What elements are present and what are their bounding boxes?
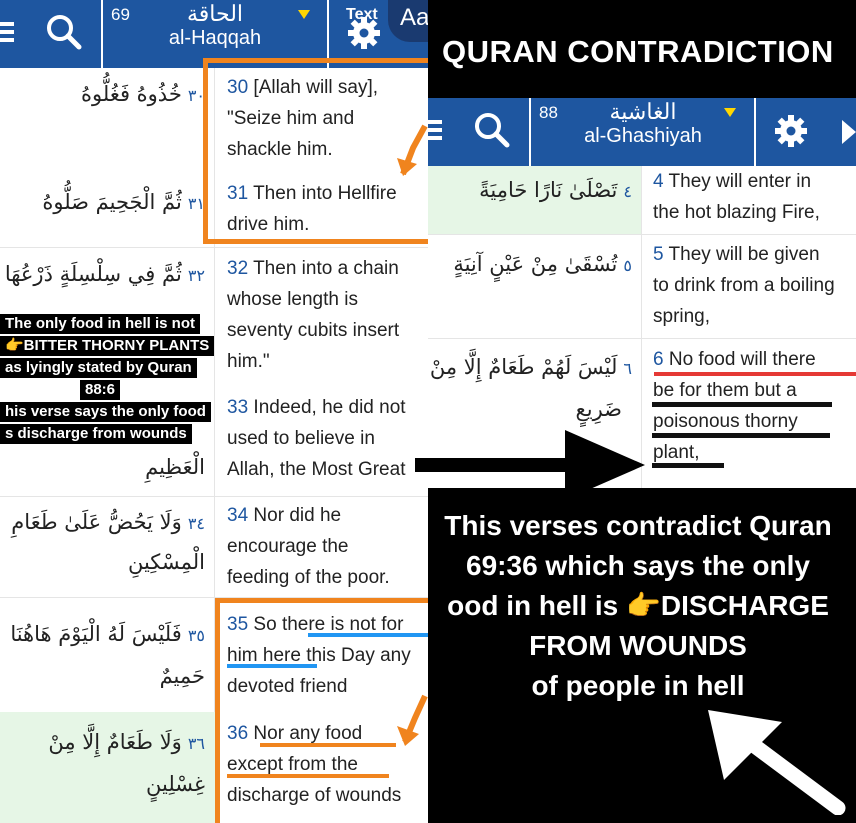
right-app-header: 88 الغاشية al-Ghashiyah: [428, 98, 856, 166]
arabic-verse-text-cont: الْمِسْكِينِ: [127, 550, 205, 574]
white-arrow-icon: [698, 700, 848, 815]
arabic-verse-num: ٣٤: [187, 514, 205, 533]
caption-line: ood in hell is 👉DISCHARGE: [447, 590, 829, 621]
verse-number: 33: [227, 397, 249, 418]
verse-number: 32: [227, 258, 249, 279]
black-pointer-arrow: [415, 430, 655, 500]
verse-number: 6: [653, 349, 664, 370]
chapter-title[interactable]: الحاقة al-Haqqah: [150, 2, 280, 50]
arabic-verse-36: ٣٦ وَلَا طَعَامٌ إِلَّا مِنْ غِسْلِينٍ: [0, 730, 205, 796]
row-divider: [428, 234, 856, 235]
black-underline: [652, 433, 830, 438]
chapter-latin-title: al-Haqqah: [168, 27, 262, 50]
header-divider: [754, 98, 756, 166]
row-divider: [428, 338, 856, 339]
search-icon[interactable]: [472, 110, 512, 150]
arabic-verse-34: ٣٤ وَلَا يَحُضُّ عَلَىٰ طَعَامِ الْمِسْكِ…: [0, 510, 205, 574]
text-button[interactable]: Text: [346, 6, 378, 24]
arabic-verse-6: ٦ لَيْسَ لَهُمْ طَعَامٌ إِلَّا مِنْ ضَرِي…: [428, 355, 632, 421]
chapter-number: 88: [539, 103, 558, 122]
chapter-arabic-title: الحاقة: [186, 2, 244, 27]
verse-translation: They will enter in the hot blazing Fire,: [653, 171, 820, 223]
caption-line: This verses contradict Quran: [444, 510, 832, 541]
arabic-verse-num: ٦: [623, 359, 632, 378]
verse-translation: Nor did he encourage the feeding of the …: [227, 505, 390, 588]
caption-line: FROM WOUNDS: [529, 630, 747, 661]
arabic-verse-text: فَلَيْسَ لَهُ الْيَوْمَ هَاهُنَا: [10, 622, 182, 646]
arabic-verse-text: وَلَا طَعَامٌ إِلَّا مِنْ: [48, 730, 182, 754]
translation-verse-4: 4 They will enter in the hot blazing Fir…: [653, 166, 856, 228]
chapter-dropdown-icon[interactable]: [298, 10, 310, 19]
caption-text: This verses contradict Quran 69:36 which…: [428, 506, 856, 706]
banner: QURAN CONTRADICTION: [428, 0, 856, 98]
arabic-verse-4: ٤ تَصْلَىٰ نَارًا حَامِيَةً: [428, 178, 632, 202]
arabic-verse-text: تُسْقَىٰ مِنْ عَيْنٍ آنِيَةٍ: [453, 252, 618, 276]
arabic-verse-text: ثُمَّ الْجَحِيمَ صَلُّوهُ: [42, 190, 182, 214]
chapter-number: 69: [111, 5, 130, 24]
header-divider: [529, 98, 531, 166]
arabic-verse-text-cont: غِسْلِينٍ: [146, 772, 205, 796]
annotation-line: s discharge from wounds: [0, 424, 192, 444]
translation-verse-33: 33 Indeed, he did not used to believe in…: [227, 392, 430, 485]
right-screenshot: QURAN CONTRADICTION 88 الغاشية al-Ghashi…: [428, 0, 856, 823]
left-screenshot: 69 الحاقة al-Haqqah Text Aa ٣٠خُذُوهُ فَ…: [0, 0, 430, 823]
translation-verse-32: 32 Then into a chain whose length is sev…: [227, 253, 430, 377]
arabic-verse-num: ٥: [623, 256, 632, 275]
black-underline: [652, 463, 724, 468]
chapter-dropdown-icon[interactable]: [724, 108, 736, 117]
annotation-line: his verse says the only food: [0, 402, 211, 422]
arabic-verse-32: ٣٢ ثُمَّ فِي سِلْسِلَةٍ ذَرْعُهَا: [0, 262, 205, 286]
arabic-verse-num: ٣٥: [187, 626, 205, 645]
arabic-verse-text: خُذُوهُ فَغُلُّوهُ: [81, 82, 182, 106]
menu-icon[interactable]: [428, 116, 442, 144]
row-divider: [0, 496, 430, 497]
row-divider: [0, 247, 430, 248]
chapter-latin-title: al-Ghashiyah: [584, 125, 702, 148]
arabic-verse-text: وَلَا يَحُضُّ عَلَىٰ طَعَامِ: [11, 510, 182, 534]
arabic-verse-text-cont: حَمِيمٌ: [159, 664, 205, 688]
search-icon[interactable]: [44, 12, 84, 52]
annotation-line: 👉BITTER THORNY PLANTS: [0, 336, 215, 356]
caption-line: 69:36 which says the only: [466, 550, 810, 581]
orange-arrow-mark: [395, 690, 430, 750]
black-underline: [652, 402, 832, 407]
arabic-verse-33: الْعَظِيمِ: [0, 455, 205, 479]
arabic-verse-num: ٣٦: [187, 734, 205, 753]
chapter-arabic-title: الغاشية: [609, 100, 677, 125]
verse-number: 34: [227, 505, 249, 526]
arabic-verse-5: ٥ تُسْقَىٰ مِنْ عَيْنٍ آنِيَةٍ: [428, 252, 632, 276]
arabic-verse-31: ٣١ثُمَّ الْجَحِيمَ صَلُّوهُ: [0, 190, 205, 214]
header-divider: [101, 0, 103, 68]
red-underline: [654, 372, 856, 376]
chapter-title[interactable]: الغاشية al-Ghashiyah: [568, 100, 718, 148]
font-size-button[interactable]: Aa: [388, 0, 430, 42]
verse-number: 5: [653, 244, 664, 265]
verse-number: 4: [653, 171, 664, 192]
arabic-verse-30: ٣٠خُذُوهُ فَغُلُّوهُ: [0, 82, 205, 106]
gear-icon[interactable]: [772, 112, 810, 150]
font-size-label: Aa: [400, 4, 430, 31]
menu-icon[interactable]: [0, 18, 14, 46]
arabic-verse-text-cont: ضَرِيعٍ: [575, 397, 622, 421]
verse-translation: Indeed, he did not used to believe in Al…: [227, 397, 406, 480]
arabic-verse-num: ٤: [623, 182, 632, 201]
arabic-verse-text: تَصْلَىٰ نَارًا حَامِيَةً: [479, 178, 618, 202]
arabic-verse-text: لَيْسَ لَهُمْ طَعَامٌ إِلَّا مِنْ: [429, 355, 618, 379]
orange-arrow-mark: [395, 118, 430, 178]
translation-verse-5: 5 They will be given to drink from a boi…: [653, 239, 856, 332]
arabic-verse-text: ثُمَّ فِي سِلْسِلَةٍ ذَرْعُهَا: [4, 262, 182, 286]
verse-translation: Then into a chain whose length is sevent…: [227, 258, 400, 372]
verse-translation: They will be given to drink from a boili…: [653, 244, 835, 327]
play-icon[interactable]: [840, 118, 856, 146]
arabic-verse-num: ٣٢: [187, 266, 205, 285]
arabic-verse-text: الْعَظِيمِ: [145, 455, 205, 479]
annotation-line: as lyingly stated by Quran: [0, 358, 197, 378]
translation-verse-34: 34 Nor did he encourage the feeding of t…: [227, 500, 430, 593]
banner-title: QURAN CONTRADICTION: [442, 34, 834, 69]
annotation-line: 88:6: [80, 380, 121, 400]
annotation-line: The only food in hell is not: [0, 314, 200, 334]
arabic-verse-35: ٣٥ فَلَيْسَ لَهُ الْيَوْمَ هَاهُنَا حَمِي…: [0, 622, 205, 688]
